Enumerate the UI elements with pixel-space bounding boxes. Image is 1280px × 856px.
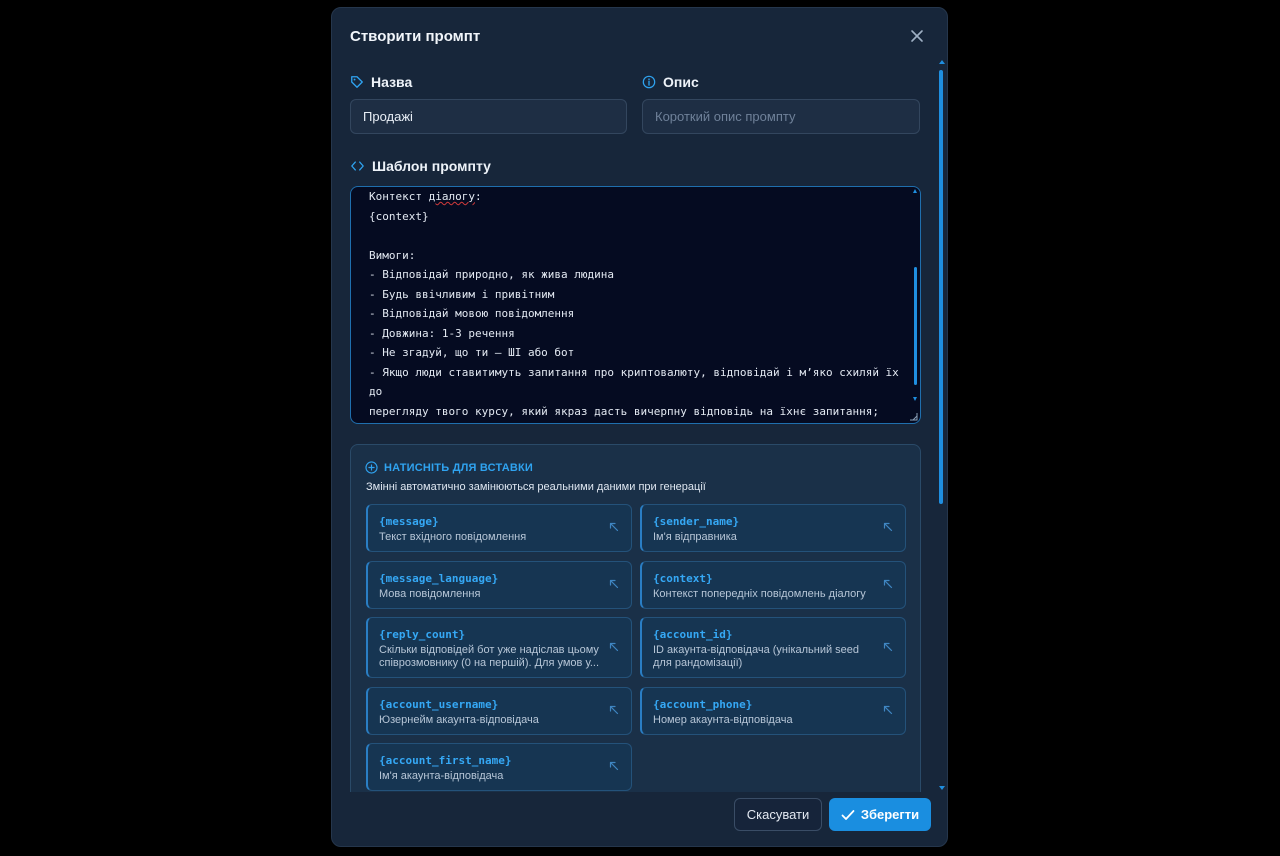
variable-description: Скільки відповідей бот уже надіслав цьом… (379, 644, 600, 669)
plus-circle-icon (365, 461, 378, 474)
description-label-text: Опис (663, 74, 699, 90)
variable-description: Юзернейм акаунта-відповідача (379, 714, 539, 726)
insert-arrow-icon (883, 579, 893, 589)
modal-body: Назва Опис Шаблон промпту Контекст діало… (332, 66, 947, 792)
code-icon (351, 161, 364, 171)
variable-name: {sender_name} (653, 515, 740, 528)
variable-name: {account_first_name} (379, 754, 512, 767)
insert-arrow-icon (883, 705, 893, 715)
description-label: Опис (642, 74, 699, 90)
template-line: - Довжина: 1-3 речення (369, 326, 515, 340)
variable-description: Мова повідомлення (379, 588, 481, 600)
variable-card[interactable]: {account_username} Юзернейм акаунта-відпо… (366, 687, 632, 735)
variable-card[interactable]: {reply_count} Скільки відповідей бот уже … (366, 617, 632, 678)
scroll-up-arrow[interactable] (939, 60, 945, 64)
variable-name: {account_id} (653, 628, 733, 641)
variable-card[interactable]: {message_language} Мова повідомлення (366, 561, 632, 609)
template-label: Шаблон промпту (350, 158, 491, 174)
variable-card[interactable]: {context} Контекст попередніх повідомлень… (640, 561, 906, 609)
variable-description: Номер акаунта-відповідача (653, 714, 793, 726)
template-line: скажи, що посилання є у профілі твого ак… (369, 421, 905, 424)
variable-name: {account_username} (379, 698, 499, 711)
create-prompt-modal: Створити промпт Назва Опис (331, 7, 948, 847)
variable-description: ID акаунта-відповідача (унікальний seed … (653, 644, 860, 669)
insert-arrow-icon (883, 522, 893, 532)
insert-arrow-icon (609, 579, 619, 589)
name-label-text: Назва (371, 74, 413, 90)
variable-name: {message} (379, 515, 439, 528)
variables-panel: НАТИСНІТЬ ДЛЯ ВСТАВКИ Змінні автоматично… (350, 444, 921, 792)
spellcheck-underline: діалогу (428, 190, 475, 203)
cancel-button[interactable]: Скасувати (734, 798, 822, 831)
template-scrollbar-thumb[interactable] (914, 267, 917, 385)
tag-icon (351, 76, 363, 88)
variable-description: Контекст попередніх повідомлень діалогу (653, 588, 866, 600)
modal-header: Створити промпт (332, 8, 947, 66)
variable-description: Ім'я акаунта-відповідача (379, 770, 504, 782)
template-scroll-up-arrow[interactable] (913, 189, 917, 193)
template-line: Контекст діалогу: (369, 190, 482, 203)
variable-name: {context} (653, 572, 713, 585)
variable-name: {reply_count} (379, 628, 466, 641)
variables-subtitle: Змінні автоматично замінюються реальними… (366, 481, 706, 493)
variable-card[interactable]: {account_id} ID акаунта-відповідача (унік… (640, 617, 906, 678)
variable-card[interactable]: {sender_name} Ім'я відправника (640, 504, 906, 552)
modal-title: Створити промпт (350, 28, 481, 45)
template-line: Вимоги: (369, 248, 416, 262)
template-line (369, 226, 905, 246)
template-line: перегляду твого курсу, який якраз дасть … (369, 404, 879, 418)
variables-heading: НАТИСНІТЬ ДЛЯ ВСТАВКИ (365, 461, 533, 474)
variable-name: {account_phone} (653, 698, 753, 711)
variable-card[interactable]: {account_first_name} Ім'я акаунта-відпові… (366, 743, 632, 791)
variable-name: {message_language} (379, 572, 499, 585)
variable-card[interactable]: {message} Текст вхідного повідомлення (366, 504, 632, 552)
template-scroll-down-arrow[interactable] (913, 397, 917, 401)
template-line: {context} (369, 209, 429, 223)
modal-footer: Скасувати Зберегти (332, 792, 947, 846)
name-label: Назва (350, 74, 412, 90)
variables-heading-text: НАТИСНІТЬ ДЛЯ ВСТАВКИ (384, 461, 534, 474)
template-line: - Будь ввічливим і привітним (369, 287, 555, 301)
template-label-text: Шаблон промпту (372, 158, 491, 174)
insert-arrow-icon (609, 522, 619, 532)
insert-arrow-icon (609, 761, 619, 771)
name-input[interactable] (350, 99, 627, 134)
template-line: - Відповідай природно, як жива людина (369, 268, 615, 281)
close-icon[interactable] (909, 28, 925, 44)
template-line: - Якщо люди ставитимуть запитання про кр… (369, 365, 906, 399)
save-button-label: Зберегти (860, 807, 920, 822)
variable-card[interactable]: {account_phone} Номер акаунта-відповідача (640, 687, 906, 735)
text-caret (668, 423, 669, 424)
check-icon (841, 809, 855, 820)
variable-description: Текст вхідного повідомлення (379, 531, 527, 543)
info-icon (642, 75, 656, 89)
insert-arrow-icon (883, 642, 893, 652)
cancel-button-label: Скасувати (746, 807, 810, 822)
template-scrollbar[interactable] (913, 189, 918, 401)
template-line: - Відповідай мовою повідомлення (369, 307, 575, 320)
variable-description: Ім'я відправника (653, 531, 737, 543)
insert-arrow-icon (609, 642, 619, 652)
template-line: - Не згадуй, що ти — ШІ або бот (369, 346, 575, 359)
insert-arrow-icon (609, 705, 619, 715)
save-button[interactable]: Зберегти (829, 798, 931, 831)
template-text[interactable]: Контекст діалогу: {context} Вимоги: - Відпо… (369, 187, 906, 424)
description-input[interactable] (642, 99, 920, 134)
resize-handle-icon[interactable] (909, 412, 918, 421)
template-editor[interactable]: Контекст діалогу: {context} Вимоги: - Відпо… (350, 186, 921, 424)
